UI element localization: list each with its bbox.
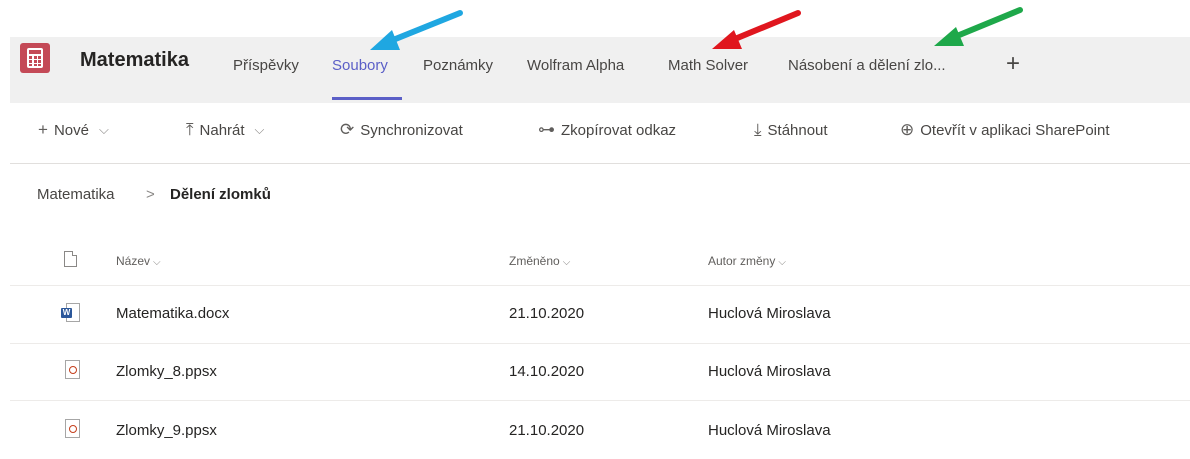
table-row[interactable]: Zlomky_8.ppsx 14.10.2020 Huclová Mirosla… (10, 344, 1190, 402)
breadcrumb-current: Dělení zlomků (170, 186, 271, 203)
upload-icon: ⤒ (186, 120, 194, 139)
new-button[interactable]: + Nové ⌵ (38, 120, 109, 140)
file-name[interactable]: Zlomky_8.ppsx (116, 363, 217, 380)
download-button[interactable]: ⤓ Stáhnout (754, 120, 828, 140)
powerpoint-icon (65, 360, 80, 379)
upload-button[interactable]: ⤒ Nahrát ⌵ (186, 120, 264, 140)
copy-link-button[interactable]: ⊶ Zkopírovat odkaz (538, 120, 676, 140)
download-label: Stáhnout (767, 121, 828, 139)
file-name[interactable]: Zlomky_9.ppsx (116, 422, 217, 439)
chevron-down-icon: ⌵ (153, 257, 161, 268)
column-header-name[interactable]: Název ⌵ (116, 254, 161, 268)
column-modified-by-label: Autor změny (708, 254, 776, 268)
plus-icon: + (38, 120, 48, 139)
toolbar-divider (10, 163, 1190, 164)
sync-label: Synchronizovat (360, 121, 463, 139)
file-author: Huclová Miroslava (708, 422, 831, 439)
sharepoint-icon: ⊕ (900, 120, 915, 139)
link-icon: ⊶ (538, 120, 555, 139)
column-header-modified-by[interactable]: Autor změny ⌵ (708, 254, 786, 268)
column-name-label: Název (116, 254, 151, 268)
upload-label: Nahrát (199, 121, 245, 139)
chevron-down-icon: ⌵ (254, 122, 265, 137)
breadcrumb-parent[interactable]: Matematika (37, 186, 115, 203)
chevron-down-icon: ⌵ (778, 257, 786, 268)
chevron-down-icon: ⌵ (98, 122, 109, 137)
open-in-sharepoint-button[interactable]: ⊕ Otevřít v aplikaci SharePoint (900, 120, 1110, 140)
sync-icon: ⟳ (340, 120, 355, 139)
open-sharepoint-label: Otevřít v aplikaci SharePoint (920, 121, 1110, 139)
file-author: Huclová Miroslava (708, 305, 831, 322)
annotation-arrows (370, 7, 1023, 50)
file-name[interactable]: Matematika.docx (116, 305, 229, 322)
blue-arrow (370, 10, 463, 50)
breadcrumb-separator: > (146, 186, 155, 203)
powerpoint-icon (65, 419, 80, 438)
table-row[interactable]: Zlomky_9.ppsx 21.10.2020 Huclová Mirosla… (10, 401, 1190, 459)
chevron-down-icon: ⌵ (562, 257, 571, 268)
download-icon: ⤓ (754, 120, 762, 139)
file-modified: 21.10.2020 (509, 305, 585, 322)
column-header-modified[interactable]: Změněno ⌵ (509, 254, 570, 268)
file-modified: 14.10.2020 (509, 363, 585, 380)
table-row[interactable]: W Matematika.docx 21.10.2020 Huclová Mir… (10, 286, 1190, 344)
column-modified-label: Změněno (509, 254, 560, 268)
file-author: Huclová Miroslava (708, 363, 831, 380)
green-arrow (934, 7, 1023, 46)
sync-button[interactable]: ⟳ Synchronizovat (340, 120, 463, 140)
new-label: Nové (53, 121, 89, 139)
file-modified: 21.10.2020 (509, 422, 585, 439)
red-arrow (712, 10, 801, 49)
copy-link-label: Zkopírovat odkaz (561, 121, 677, 139)
file-type-icon[interactable] (64, 251, 77, 267)
word-icon: W (61, 303, 80, 322)
